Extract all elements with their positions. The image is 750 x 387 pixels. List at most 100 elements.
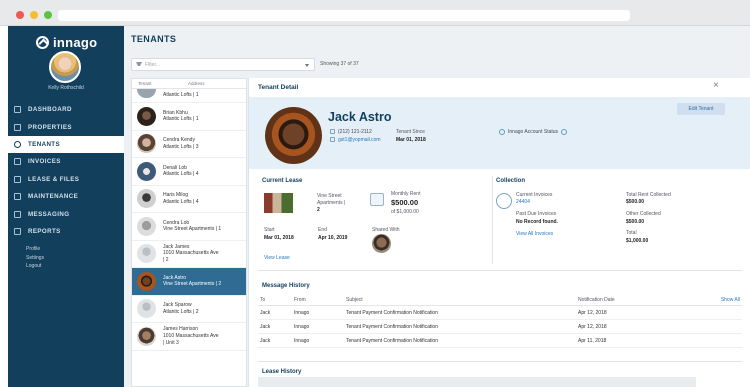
nav-label: DASHBOARD (28, 106, 72, 114)
money-icon (370, 193, 384, 206)
tenant-since-value: Mar 01, 2018 (396, 137, 426, 143)
monthly-rent-value: $500.00 (391, 198, 419, 207)
table-row[interactable]: Jack Innago Tenant Payment Confirmation … (258, 320, 742, 334)
minimize-window-button[interactable] (30, 11, 38, 19)
message-to: Jack (260, 323, 271, 330)
tenant-row[interactable]: Atlantic Lofts | 1 (132, 89, 246, 103)
message-date: Apr 12, 2018 (578, 323, 607, 330)
tenant-name: Cendra Kendy (163, 137, 195, 144)
column-to: To (260, 297, 266, 303)
table-header: To From Subject Notification Date Show A… (258, 295, 742, 306)
past-due-label: Past Due Invoices (516, 211, 557, 217)
brand-logo[interactable]: innago (36, 34, 97, 50)
nav-item-messaging[interactable]: MESSAGING (8, 205, 124, 222)
current-lease-title: Current Lease (262, 178, 303, 184)
tenant-name: Brian Kbhu (163, 109, 188, 116)
lease-unit: 2 (317, 207, 320, 213)
lease-property-line2: Apartments | (317, 200, 346, 206)
tenant-address-line2: | Unit 3 (163, 339, 179, 346)
message-history-title: Message History (262, 283, 310, 289)
tenant-row[interactable]: James Harrison 1010 Massachusetts Ave | Un… (132, 323, 246, 351)
tenant-row[interactable]: Jack Sparow Atlantic Lofts | 2 (132, 296, 246, 323)
tenant-row[interactable]: Brian Kbhu Atlantic Lofts | 1 (132, 103, 246, 131)
tenant-name: Cendra Lob (163, 219, 190, 226)
message-subject: Tenant Payment Confirmation Notification (346, 337, 438, 344)
tenant-address: Atlantic Lofts | 4 (163, 198, 199, 205)
nav-label: LEASE & FILES (28, 175, 80, 183)
tenant-row[interactable]: Cendra Kendy Atlantic Lofts | 3 (132, 131, 246, 158)
tenant-row[interactable]: Cendra Lob Vine Street Apartments | 1 (132, 213, 246, 241)
nav-item-maintenance[interactable]: MAINTENANCE (8, 188, 124, 205)
nav-item-tenants[interactable]: TENANTS (8, 135, 124, 154)
column-address[interactable]: Address (188, 81, 205, 86)
view-all-invoices-link[interactable]: View All Invoices (516, 231, 553, 237)
shared-tenant-avatar[interactable] (372, 234, 391, 253)
profile-link[interactable]: Profile (26, 245, 44, 254)
tenant-row[interactable]: Denali Lob Atlantic Lofts | 4 (132, 158, 246, 186)
settings-link[interactable]: Settings (26, 254, 44, 263)
tenant-row[interactable]: Haris Milog Atlantic Lofts | 4 (132, 186, 246, 213)
tenant-name: Jack Sparow (163, 302, 192, 309)
tenant-name: James Harrison (163, 326, 199, 333)
other-collected-value: $500.00 (626, 219, 645, 225)
lease-end-label: End (318, 227, 327, 233)
result-count: Showing 37 of 37 (320, 61, 359, 67)
chevron-down-icon (305, 64, 309, 67)
tenant-address: Vine Street Apartments | 1 (163, 226, 222, 233)
table-row[interactable]: Jack Innago Tenant Payment Confirmation … (258, 306, 742, 320)
lease-property-line1: Vine Street (317, 193, 342, 199)
total-label: Total (626, 230, 637, 236)
nav-item-dashboard[interactable]: DASHBOARD (8, 101, 124, 118)
dashboard-icon (14, 106, 21, 114)
tenant-photo (265, 107, 322, 164)
show-all-link[interactable]: Show All (672, 297, 742, 303)
tenant-address: 1010 Massachusetts Ave (163, 250, 219, 257)
table-row[interactable]: Jack Innago Tenant Payment Confirmation … (258, 334, 742, 348)
tenant-row[interactable]: Jack James 1010 Massachusetts Ave | 2 (132, 241, 246, 268)
building-icon (14, 123, 21, 131)
tenant-row-selected[interactable]: Jack Astro Vine Street Apartments | 2 (132, 268, 246, 296)
current-invoices-value[interactable]: 24404 (516, 199, 530, 205)
total-rent-value: $500.00 (626, 199, 645, 205)
user-avatar[interactable] (49, 51, 81, 83)
edit-tenant-button[interactable]: Edit Tenant (677, 103, 725, 115)
tenant-name: Haris Milog (163, 192, 189, 199)
close-window-button[interactable] (16, 11, 24, 19)
nav-label: TENANTS (28, 140, 61, 148)
message-subject: Tenant Payment Confirmation Notification (346, 323, 438, 330)
main-content: TENANTS Filter... Showing 37 of 37 Tenan… (124, 26, 750, 387)
address-bar[interactable] (58, 10, 630, 21)
avatar (137, 244, 156, 264)
tenant-address: Vine Street Apartments | 2 (163, 281, 222, 288)
page-title: TENANTS (131, 34, 177, 44)
nav-label: MAINTENANCE (28, 193, 79, 201)
phone-icon (330, 129, 335, 134)
shared-with-label: Shared With (372, 227, 400, 233)
tenant-name: Denali Lob (163, 164, 187, 171)
nav-item-reports[interactable]: REPORTS (8, 223, 124, 240)
nav-item-properties[interactable]: PROPERTIES (8, 118, 124, 135)
column-date: Notification Date (578, 297, 615, 303)
close-icon[interactable]: × (713, 81, 719, 91)
filter-select[interactable]: Filter... (131, 58, 315, 71)
property-photo (264, 193, 293, 213)
avatar (137, 89, 156, 98)
other-collected-label: Other Collected (626, 211, 661, 217)
column-tenant[interactable]: Tenant (132, 81, 188, 86)
invoice-icon (14, 158, 21, 166)
filter-placeholder: Filter... (145, 62, 161, 68)
tenant-name: Jack Astro (328, 110, 392, 124)
user-name: Kelly Rothschild (48, 85, 84, 91)
nav-item-invoices[interactable]: INVOICES (8, 153, 124, 170)
view-lease-link[interactable]: View Lease (264, 255, 290, 261)
message-from: Innago (294, 337, 310, 344)
column-subject: Subject (346, 297, 363, 303)
tenant-address: Atlantic Lofts | 1 (163, 92, 199, 99)
tenant-address: Atlantic Lofts | 4 (163, 171, 199, 178)
tenant-email[interactable]: gst1@yopmail.com (338, 137, 381, 143)
logout-link[interactable]: Logout (26, 262, 44, 271)
nav-item-lease-files[interactable]: LEASE & FILES (8, 171, 124, 188)
lease-history-title: Lease History (262, 369, 302, 375)
maximize-window-button[interactable] (44, 11, 52, 19)
tenant-address: Atlantic Lofts | 3 (163, 143, 199, 150)
